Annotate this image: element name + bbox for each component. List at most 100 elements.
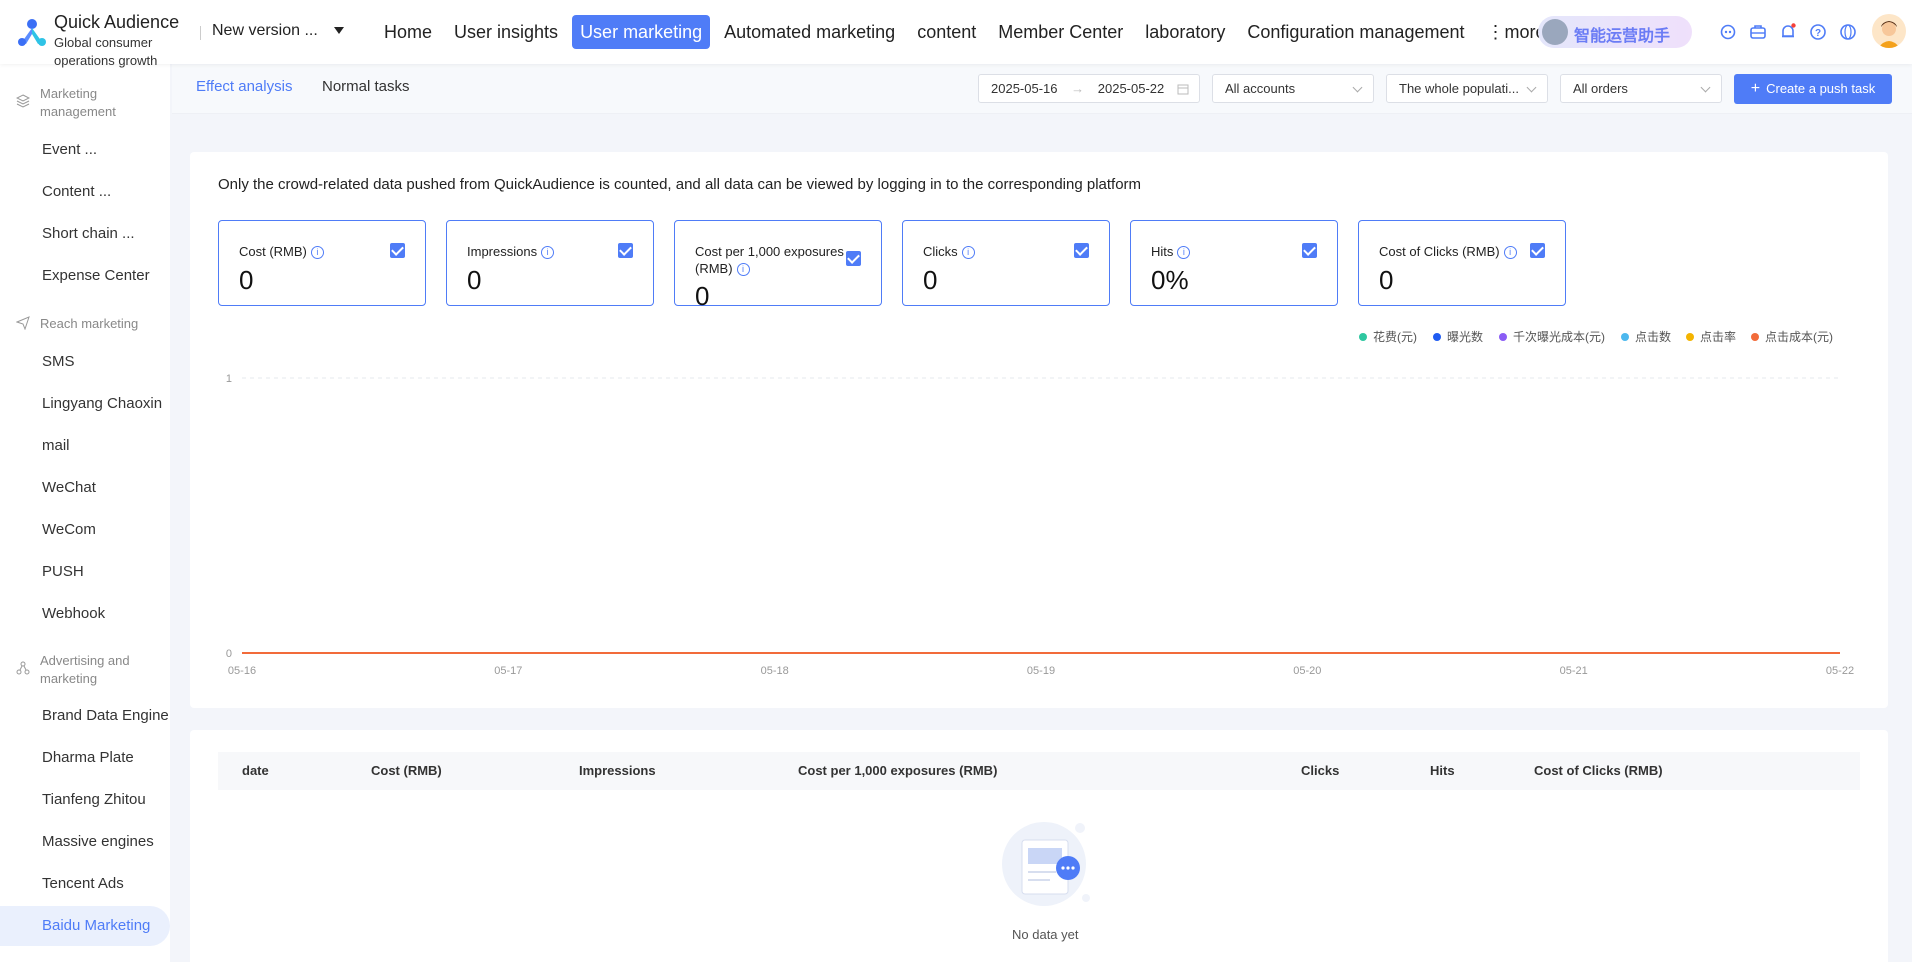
legend-label: 点击数 xyxy=(1635,330,1672,344)
metric-checkbox[interactable] xyxy=(1302,243,1317,258)
x-tick-label: 05-21 xyxy=(1560,665,1588,677)
info-icon[interactable]: i xyxy=(1503,246,1517,259)
metric-card-clicks[interactable]: Clicks i 0 xyxy=(902,220,1110,306)
sidebar-item-massive-engines[interactable]: Massive engines xyxy=(0,822,170,862)
sidebar: Marketing management Event ... Content .… xyxy=(0,64,170,962)
legend-label: 曝光数 xyxy=(1447,330,1484,344)
bell-icon[interactable] xyxy=(1778,22,1798,42)
nav-content[interactable]: content xyxy=(909,15,984,49)
plus-icon: + xyxy=(1750,80,1761,97)
svg-text:?: ? xyxy=(1815,28,1821,39)
column-header-cost-of-clicks: Cost of Clicks (RMB) xyxy=(1534,763,1663,778)
metric-checkbox[interactable] xyxy=(390,243,405,258)
sidebar-item-short-chain[interactable]: Short chain ... xyxy=(0,214,170,254)
main-nav: Home User insights User marketing Automa… xyxy=(376,15,1554,49)
legend-swatch xyxy=(1499,333,1507,341)
population-select[interactable]: The whole populati... xyxy=(1386,74,1548,103)
nav-laboratory[interactable]: laboratory xyxy=(1137,15,1233,49)
legend-item[interactable]: 花费(元) xyxy=(1359,328,1417,345)
nav-home[interactable]: Home xyxy=(376,15,440,49)
nav-user-insights[interactable]: User insights xyxy=(446,15,566,49)
accounts-select[interactable]: All accounts xyxy=(1212,74,1374,103)
sidebar-item-webhook[interactable]: Webhook xyxy=(0,594,170,634)
sidebar-item-lingyang-chaoxin[interactable]: Lingyang Chaoxin xyxy=(0,384,170,424)
metric-checkbox[interactable] xyxy=(618,243,633,258)
help-icon[interactable]: ? xyxy=(1808,22,1828,42)
metric-checkbox[interactable] xyxy=(846,251,861,266)
nav-configuration-management[interactable]: Configuration management xyxy=(1239,15,1472,49)
metric-label: Cost (RMB) xyxy=(239,244,307,259)
app-title: Quick Audience xyxy=(54,12,180,32)
metric-card-cost-of-clicks[interactable]: Cost of Clicks (RMB) i 0 xyxy=(1358,220,1566,306)
metric-card-hits[interactable]: Hits i 0% xyxy=(1130,220,1338,306)
create-push-task-button[interactable]: + Create a push task xyxy=(1734,74,1892,104)
arrow-right-icon: → xyxy=(1071,81,1085,96)
caret-down-icon[interactable] xyxy=(334,27,344,34)
legend-item[interactable]: 千次曝光成本(元) xyxy=(1499,328,1605,345)
x-tick-label: 05-18 xyxy=(761,665,789,677)
sidebar-group-marketing-management[interactable]: Marketing management xyxy=(40,85,160,121)
version-selector[interactable]: New version ... xyxy=(212,22,318,40)
sidebar-item-brand-data-engine[interactable]: Brand Data Engine xyxy=(0,696,170,736)
sidebar-item-push[interactable]: PUSH xyxy=(0,552,170,592)
column-header-hits: Hits xyxy=(1430,763,1455,778)
metric-checkbox[interactable] xyxy=(1074,243,1089,258)
sidebar-item-content[interactable]: Content ... xyxy=(0,172,170,212)
user-avatar[interactable] xyxy=(1872,14,1906,48)
create-push-task-label: Create a push task xyxy=(1766,81,1876,96)
chevron-down-icon xyxy=(1526,82,1537,93)
column-header-clicks: Clicks xyxy=(1301,763,1340,778)
sidebar-item-mail[interactable]: mail xyxy=(0,426,170,466)
sidebar-item-expense-center[interactable]: Expense Center xyxy=(0,256,170,296)
sidebar-item-tencent-ads[interactable]: Tencent Ads xyxy=(0,864,170,904)
metric-value: 0 xyxy=(239,265,254,295)
nav-automated-marketing[interactable]: Automated marketing xyxy=(716,15,903,49)
sidebar-item-dharma-plate[interactable]: Dharma Plate xyxy=(0,738,170,778)
population-value: The whole populati... xyxy=(1399,81,1519,96)
legend-item[interactable]: 点击数 xyxy=(1621,328,1671,345)
legend-item[interactable]: 点击率 xyxy=(1686,328,1736,345)
metric-card-cost-per-1000-exposures[interactable]: Cost per 1,000 exposures (RMB) i 0 xyxy=(674,220,882,311)
legend-item[interactable]: 点击成本(元) xyxy=(1751,328,1833,345)
legend-swatch xyxy=(1686,333,1694,341)
sidebar-item-wechat[interactable]: WeChat xyxy=(0,468,170,508)
info-icon[interactable]: i xyxy=(1177,246,1191,259)
empty-state-text: No data yet xyxy=(1012,927,1079,942)
legend-swatch xyxy=(1751,333,1759,341)
sidebar-item-tianfeng-zhitou[interactable]: Tianfeng Zhitou xyxy=(0,780,170,820)
sidebar-item-wecom[interactable]: WeCom xyxy=(0,510,170,550)
sidebar-item-baidu-marketing[interactable]: Baidu Marketing xyxy=(0,906,170,946)
x-tick-label: 05-22 xyxy=(1826,665,1854,677)
metric-checkbox[interactable] xyxy=(1530,243,1545,258)
legend-label: 千次曝光成本(元) xyxy=(1513,330,1605,344)
info-icon[interactable]: i xyxy=(736,263,750,276)
info-icon[interactable]: i xyxy=(961,246,975,259)
orders-select[interactable]: All orders xyxy=(1560,74,1722,103)
y-tick-label: 0 xyxy=(226,648,232,660)
nav-member-center[interactable]: Member Center xyxy=(990,15,1131,49)
briefcase-icon[interactable] xyxy=(1748,22,1768,42)
metric-value: 0 xyxy=(923,265,938,295)
nav-user-marketing[interactable]: User marketing xyxy=(572,15,711,49)
tab-normal-tasks[interactable]: Normal tasks xyxy=(322,78,410,95)
column-header-impressions: Impressions xyxy=(579,763,656,778)
info-icon[interactable]: i xyxy=(310,246,324,259)
metric-card-impressions[interactable]: Impressions i 0 xyxy=(446,220,654,306)
sidebar-item-event[interactable]: Event ... xyxy=(0,130,170,170)
legend-item[interactable]: 曝光数 xyxy=(1433,328,1483,345)
date-end: 2025-05-22 xyxy=(1097,81,1165,96)
sidebar-item-sms[interactable]: SMS xyxy=(0,342,170,382)
info-icon[interactable]: i xyxy=(541,246,555,259)
sidebar-group-reach-marketing[interactable]: Reach marketing xyxy=(40,315,160,333)
metric-card-cost[interactable]: Cost (RMB) i 0 xyxy=(218,220,426,306)
robot-icon[interactable] xyxy=(1718,22,1738,42)
date-range-picker[interactable]: 2025-05-16 → 2025-05-22 xyxy=(978,74,1200,103)
data-notice: Only the crowd-related data pushed from … xyxy=(218,176,1142,193)
quick-audience-logo-icon xyxy=(18,19,46,46)
sidebar-group-advertising-marketing[interactable]: Advertising and marketing xyxy=(40,652,160,688)
assistant-button[interactable]: 智能运营助手 xyxy=(1538,16,1692,48)
metric-value: 0 xyxy=(467,265,482,295)
top-header: Quick Audience Global consumer operation… xyxy=(0,0,1912,68)
globe-icon[interactable] xyxy=(1838,22,1858,42)
tab-effect-analysis[interactable]: Effect analysis xyxy=(196,78,292,95)
